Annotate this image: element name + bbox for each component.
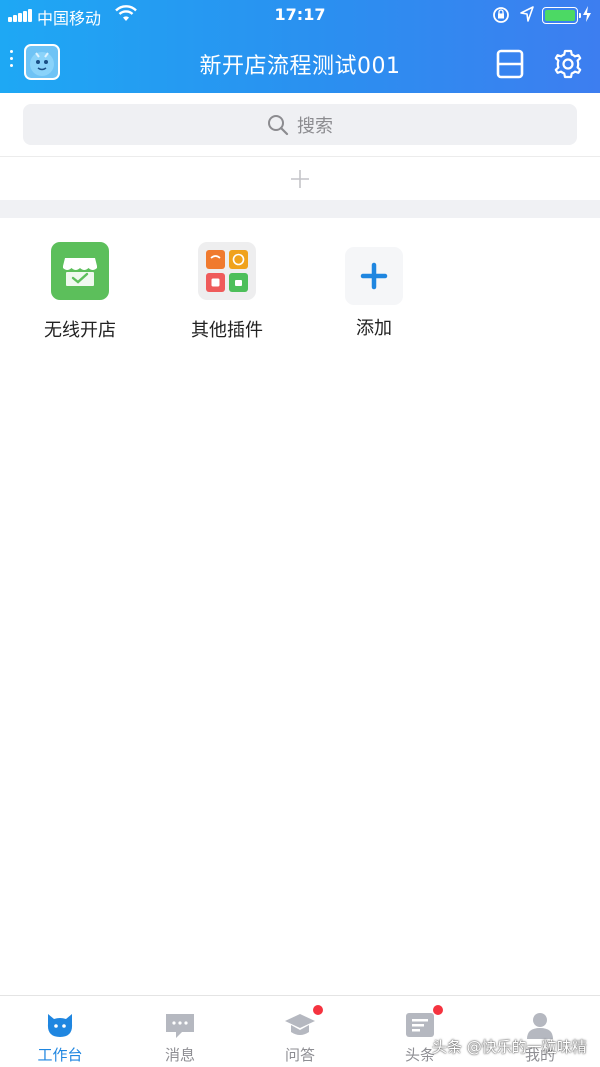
app-label: 添加 xyxy=(356,318,392,339)
app-label: 无线开店 xyxy=(44,320,116,341)
search-placeholder: 搜索 xyxy=(297,115,333,137)
app-other-plugins[interactable]: 其他插件 xyxy=(167,242,287,352)
search-area: 搜索 xyxy=(0,93,600,157)
status-bar: 中国移动 17:17 xyxy=(0,0,600,32)
app-add[interactable]: 添加 xyxy=(314,242,434,352)
tab-label: 消息 xyxy=(164,1046,195,1064)
search-input[interactable]: 搜索 xyxy=(23,104,577,145)
plugins-icon xyxy=(198,242,256,300)
add-widget-button[interactable] xyxy=(0,158,600,200)
status-time: 17:17 xyxy=(274,5,326,24)
message-icon xyxy=(166,1014,194,1038)
location-icon xyxy=(520,6,534,22)
storefront-icon xyxy=(51,242,109,300)
battery-icon xyxy=(542,7,581,24)
app-label: 其他插件 xyxy=(191,320,263,341)
notification-badge xyxy=(432,1004,444,1016)
app-wireless-store[interactable]: 无线开店 xyxy=(20,242,140,352)
graduation-cap-icon xyxy=(285,1014,315,1035)
workbench-icon xyxy=(47,1014,73,1037)
gear-icon[interactable] xyxy=(552,48,584,80)
search-icon xyxy=(268,114,289,135)
notification-badge xyxy=(312,1004,324,1016)
app-grid: 无线开店 其他插件 添加 xyxy=(0,218,600,358)
watermark-text: 头条 @快乐的一粒味精 xyxy=(432,1038,587,1056)
tab-label: 问答 xyxy=(284,1046,315,1064)
plus-icon xyxy=(291,170,309,188)
plus-icon xyxy=(345,247,403,305)
nav-bar: 新开店流程测试001 xyxy=(0,36,600,92)
rotation-lock-icon xyxy=(493,7,509,23)
tab-messages[interactable]: 消息 xyxy=(120,996,240,1067)
tab-qa[interactable]: 问答 xyxy=(240,996,360,1067)
tab-label: 工作台 xyxy=(37,1046,83,1064)
scan-icon[interactable] xyxy=(494,48,526,80)
charging-icon xyxy=(583,6,591,22)
app-header: 中国移动 17:17 新开店流程测试001 xyxy=(0,0,600,93)
section-divider xyxy=(0,200,600,218)
tab-workbench[interactable]: 工作台 xyxy=(0,996,120,1067)
